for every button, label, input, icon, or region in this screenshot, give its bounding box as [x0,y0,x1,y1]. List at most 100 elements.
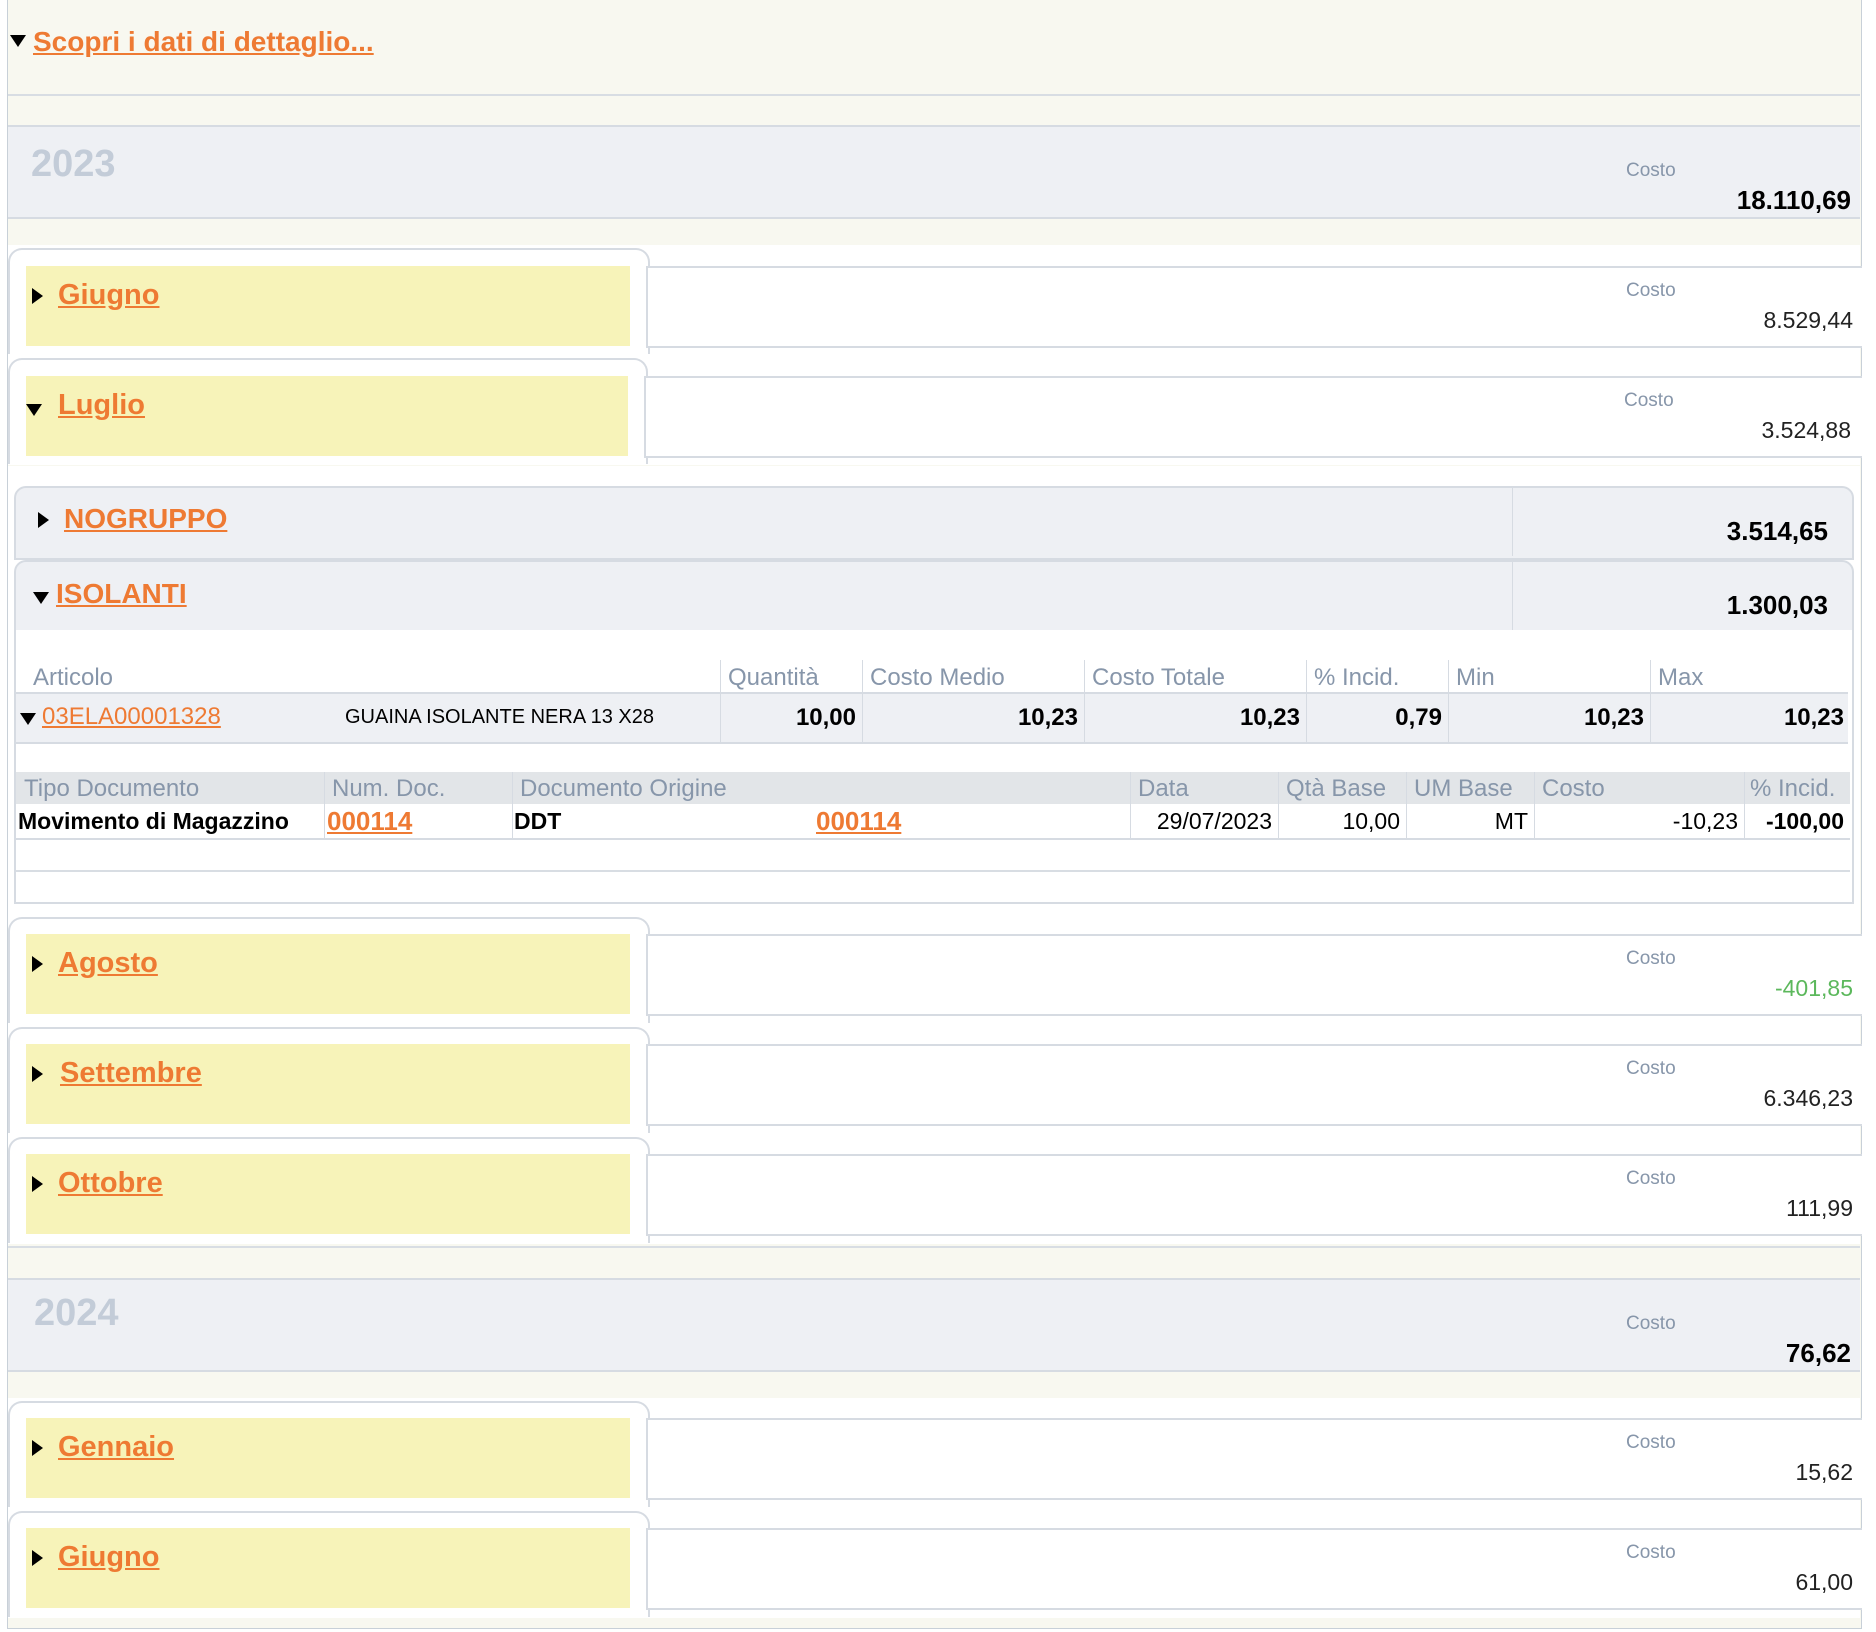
year-band-2024 [8,1278,1860,1372]
discover-details-link[interactable]: Scopri i dati di dettaglio... [33,26,374,58]
doc-col-origine: Documento Origine [520,775,727,802]
expand-toggle[interactable] [32,287,43,305]
month-link-luglio-2023[interactable]: Luglio [58,389,145,422]
doc-col-num: Num. Doc. [332,775,446,802]
doc-costo: -10,23 [1672,808,1738,834]
doc-data: 29/07/2023 [1156,808,1272,834]
col-header-max: Max [1658,664,1704,691]
triangle-down-icon [33,591,49,604]
doc-col-tipo: Tipo Documento [24,775,200,802]
month-link-settembre-2023[interactable]: Settembre [60,1057,202,1090]
col-separator [720,692,721,742]
expand-toggle[interactable] [32,1175,43,1193]
col-header-quantita: Quantità [728,664,819,691]
month-link-giugno-2024[interactable]: Giugno [58,1541,159,1574]
collapse-toggle[interactable] [20,710,36,728]
col-separator [1306,692,1307,742]
costo-label: Costo [1626,1542,1676,1563]
col-separator [1744,772,1745,838]
col-header-costo-medio: Costo Medio [870,664,1005,691]
group-separator [1512,562,1513,630]
expand-toggle[interactable] [32,1439,43,1457]
article-code-link[interactable]: 03ELA00001328 [42,703,221,731]
cell-incid: 0,79 [1395,704,1442,731]
col-header-min: Min [1456,664,1495,691]
month-value: 3.524,88 [1761,417,1851,443]
collapse-toggle[interactable] [10,32,26,50]
col-separator [1130,772,1131,838]
cell-quantita: 10,00 [795,704,856,731]
doc-origine-num-link[interactable]: 000114 [816,806,901,837]
year-label: 2023 [31,143,116,185]
costo-label: Costo [1626,1432,1676,1453]
triangle-right-icon [32,1439,43,1456]
costo-label: Costo [1626,948,1676,969]
year-total: 76,62 [1785,1338,1851,1368]
article-description: GUAINA ISOLANTE NERA 13 X28 [345,706,655,728]
triangle-right-icon [38,511,49,528]
doc-col-um: UM Base [1414,775,1513,802]
doc-col-costo: Costo [1542,775,1605,802]
collapse-toggle[interactable] [33,589,49,607]
col-separator [1534,772,1535,838]
expand-toggle[interactable] [32,955,43,973]
group-separator [1512,488,1513,556]
month-value: 15,62 [1795,1459,1853,1485]
cell-costo-totale: 10,23 [1239,704,1300,731]
doc-tipo: Movimento di Magazzino [18,808,289,834]
month-value: -401,85 [1774,975,1853,1001]
doc-origine-tipo: DDT [514,808,562,834]
costo-label: Costo [1626,1058,1676,1079]
cell-min: 10,23 [1583,704,1644,731]
doc-qta: 10,00 [1342,808,1400,834]
collapse-toggle[interactable] [26,401,42,419]
year-label: 2024 [34,1292,119,1334]
triangle-right-icon [32,287,43,304]
costo-label: Costo [1626,280,1676,301]
month-value: 61,00 [1795,1569,1853,1595]
col-separator [862,692,863,742]
cell-max: 10,23 [1783,704,1844,731]
col-separator [1448,692,1449,742]
triangle-right-icon [32,955,43,972]
month-value: 111,99 [1786,1195,1853,1221]
month-link-agosto-2023[interactable]: Agosto [58,947,158,980]
expand-toggle[interactable] [32,1065,43,1083]
year-total: 18.110,69 [1736,185,1851,215]
month-value: 8.529,44 [1763,307,1853,333]
col-separator [1406,772,1407,838]
doc-um: MT [1494,808,1528,834]
expand-toggle[interactable] [38,511,49,529]
costo-label: Costo [1626,1313,1676,1334]
group-link-nogruppo[interactable]: NOGRUPPO [64,503,227,535]
costo-label: Costo [1626,1168,1676,1189]
divider [8,1246,1860,1248]
month-value: 6.346,23 [1763,1085,1853,1111]
costo-label: Costo [1626,160,1676,181]
col-header-costo-totale: Costo Totale [1092,664,1225,691]
expand-toggle[interactable] [32,1549,43,1567]
triangle-right-icon [32,1065,43,1082]
doc-col-qta: Qtà Base [1286,775,1387,802]
triangle-down-icon [10,34,26,47]
costo-label: Costo [1624,390,1674,411]
triangle-down-icon [20,712,36,725]
triangle-right-icon [32,1549,43,1566]
cell-costo-medio: 10,23 [1017,704,1078,731]
month-link-giugno-2023[interactable]: Giugno [58,279,159,312]
doc-col-incid: % Incid. [1750,775,1836,802]
divider [8,94,1860,96]
group-link-isolanti[interactable]: ISOLANTI [56,578,187,610]
col-separator [1084,692,1085,742]
year-band-2023 [8,125,1860,219]
divider [16,870,1850,872]
doc-num-link[interactable]: 000114 [327,806,412,837]
group-value: 1.300,03 [1726,590,1828,620]
col-header-incid: % Incid. [1314,664,1400,691]
col-separator [512,772,513,838]
col-separator [1278,772,1279,838]
group-value: 3.514,65 [1726,516,1828,546]
month-link-ottobre-2023[interactable]: Ottobre [58,1167,163,1200]
col-separator [1650,692,1651,742]
month-link-gennaio-2024[interactable]: Gennaio [58,1431,174,1464]
